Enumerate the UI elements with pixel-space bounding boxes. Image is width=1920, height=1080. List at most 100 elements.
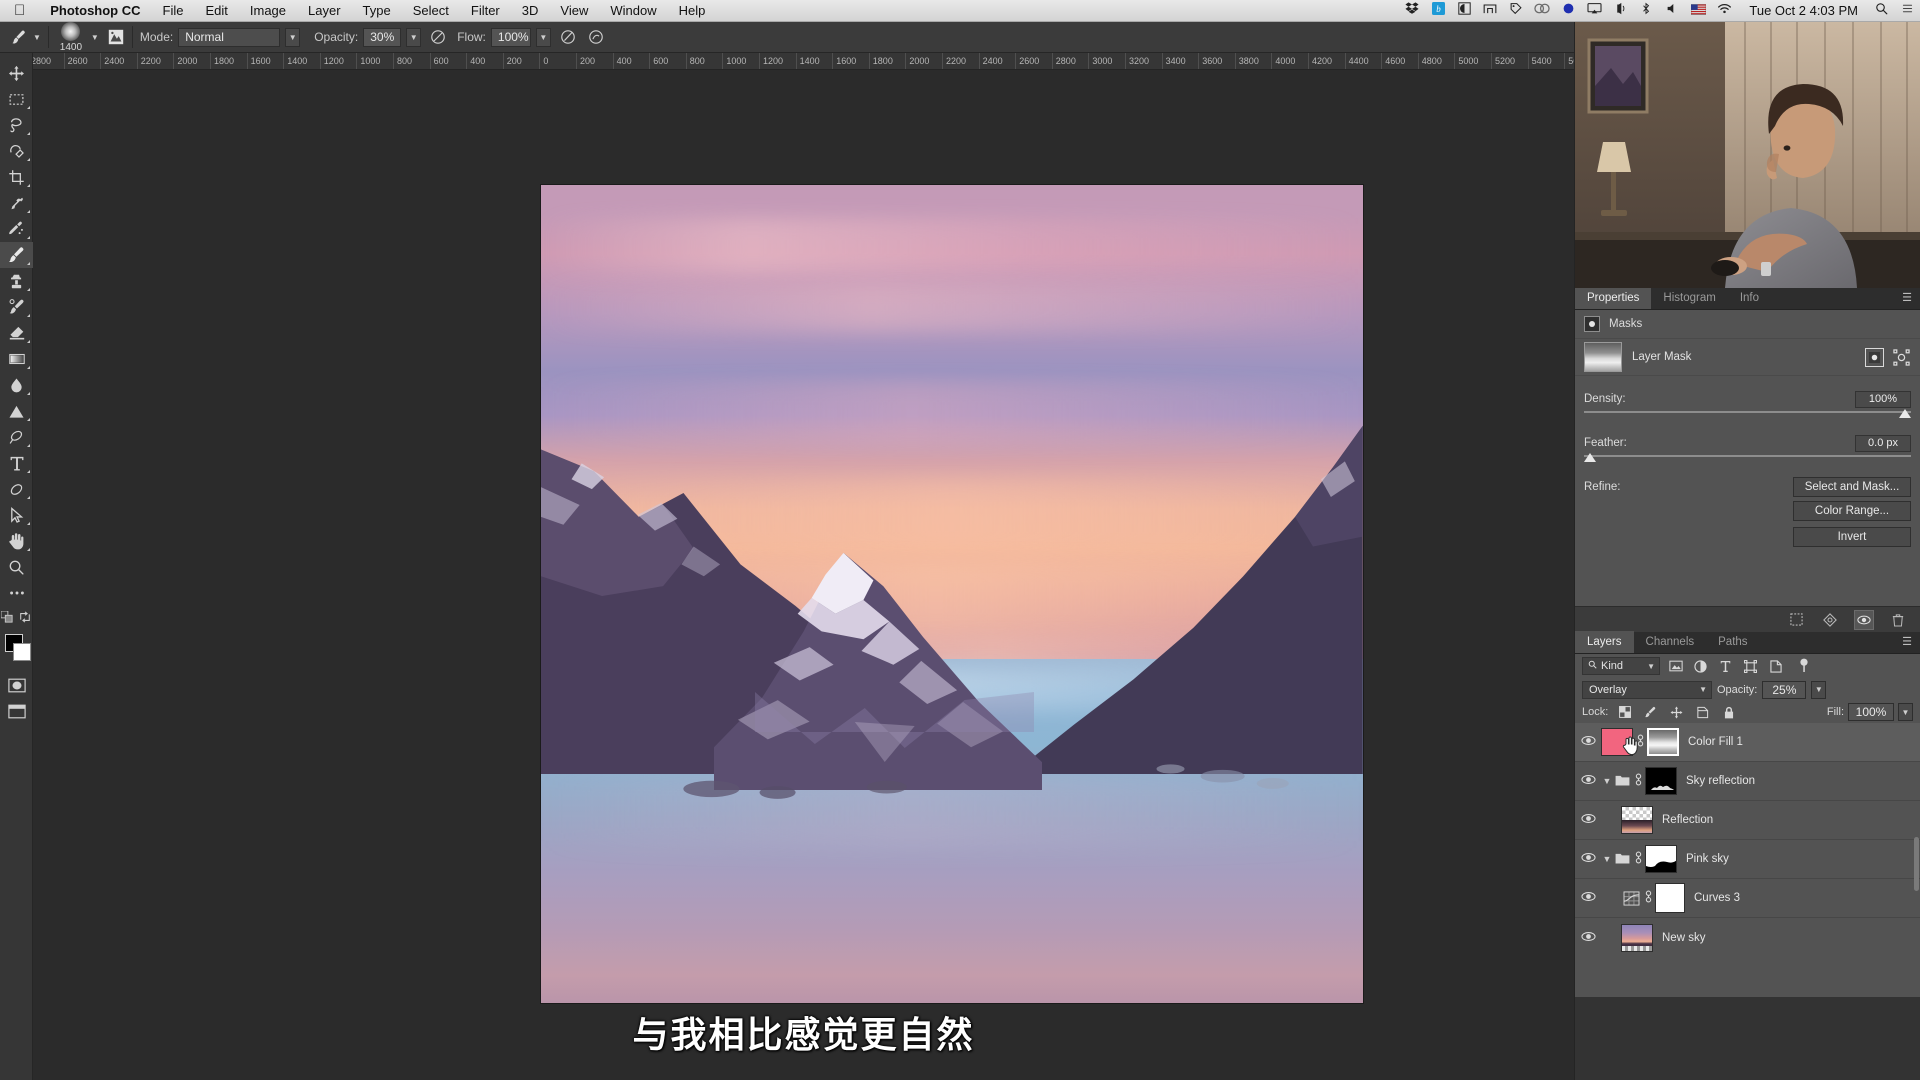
- artboard-image[interactable]: [541, 185, 1363, 1003]
- folder-icon[interactable]: [1613, 852, 1631, 867]
- table-row[interactable]: ▼ Pink sky: [1575, 840, 1920, 879]
- layer-blend-mode-select[interactable]: Overlay ▼: [1582, 680, 1712, 699]
- tool-brush[interactable]: [0, 242, 33, 268]
- feather-slider[interactable]: [1584, 452, 1911, 462]
- layer-name[interactable]: Color Fill 1: [1688, 736, 1743, 748]
- menu-item-photoshop-cc[interactable]: Photoshop CC: [39, 3, 151, 18]
- menu-item-edit[interactable]: Edit: [194, 3, 238, 18]
- layer-link-icon[interactable]: [1631, 773, 1645, 789]
- color-range-button[interactable]: Color Range...: [1793, 501, 1911, 521]
- layer-link-icon[interactable]: [1641, 890, 1655, 906]
- display-icon[interactable]: [1477, 0, 1503, 22]
- eye-visibility-icon[interactable]: [1575, 735, 1601, 749]
- tool-eyedropper[interactable]: [0, 190, 33, 216]
- menu-item-layer[interactable]: Layer: [297, 3, 352, 18]
- group-disclosure-icon[interactable]: ▼: [1601, 854, 1613, 864]
- blend-mode-control[interactable]: Mode: Normal ▼: [140, 27, 301, 47]
- filter-adjustment-icon[interactable]: [1691, 657, 1710, 675]
- current-tool-indicator[interactable]: ▼: [10, 28, 41, 46]
- filter-toggle-icon[interactable]: [1794, 657, 1813, 675]
- layer-mask-thumbnail[interactable]: [1584, 342, 1622, 372]
- layer-name[interactable]: Sky reflection: [1686, 775, 1755, 787]
- group-disclosure-icon[interactable]: ▼: [1601, 776, 1613, 786]
- menu-item-type[interactable]: Type: [352, 3, 402, 18]
- screen-mode-button[interactable]: [0, 698, 33, 724]
- eye-visibility-icon[interactable]: [1575, 813, 1601, 827]
- layer-mask-thumbnail[interactable]: [1645, 767, 1677, 795]
- tool-clone-stamp[interactable]: [0, 268, 33, 294]
- contrast-icon[interactable]: [1451, 0, 1477, 22]
- apply-mask-icon[interactable]: [1820, 610, 1840, 630]
- tab-properties[interactable]: Properties: [1575, 287, 1652, 309]
- tab-layers[interactable]: Layers: [1575, 631, 1634, 653]
- fill-input[interactable]: 100%: [1848, 703, 1894, 721]
- tab-channels[interactable]: Channels: [1634, 631, 1707, 653]
- density-value[interactable]: 100%: [1855, 390, 1911, 408]
- lock-artboard-icon[interactable]: [1693, 703, 1712, 721]
- menu-item-help[interactable]: Help: [668, 3, 717, 18]
- load-selection-icon[interactable]: [1786, 610, 1806, 630]
- sound-icon[interactable]: [1607, 0, 1633, 22]
- layer-mask-thumbnail[interactable]: [1645, 845, 1677, 873]
- tool-direct-selection[interactable]: [0, 502, 33, 528]
- tool-crop[interactable]: [0, 164, 33, 190]
- layer-name[interactable]: Reflection: [1662, 814, 1713, 826]
- tool-gradient[interactable]: [0, 346, 33, 372]
- feather-slider-knob[interactable]: [1584, 453, 1596, 462]
- chevron-down-icon[interactable]: ▼: [33, 33, 41, 42]
- invert-button[interactable]: Invert: [1793, 527, 1911, 547]
- tool-rectangular-marquee[interactable]: [0, 86, 33, 112]
- menu-item-view[interactable]: View: [549, 3, 599, 18]
- opacity-control[interactable]: Opacity: 30% ▼: [314, 27, 422, 47]
- table-row[interactable]: Curves 3: [1575, 879, 1920, 918]
- filter-type-icon[interactable]: [1716, 657, 1735, 675]
- tool-dodge[interactable]: [0, 398, 33, 424]
- wifi-icon[interactable]: [1711, 0, 1737, 22]
- layer-opacity-input[interactable]: 25%: [1762, 680, 1807, 699]
- tool-zoom[interactable]: [0, 554, 33, 580]
- tool-eraser[interactable]: [0, 320, 33, 346]
- tool-hand[interactable]: [0, 528, 33, 554]
- layer-thumbnail[interactable]: [1621, 806, 1653, 834]
- panel-menu-icon[interactable]: ☰: [1902, 287, 1920, 309]
- feather-value[interactable]: 0.0 px: [1855, 434, 1911, 452]
- eye-visibility-icon[interactable]: [1575, 774, 1601, 788]
- mode-select[interactable]: Normal: [178, 27, 281, 47]
- layer-mask-thumbnail[interactable]: [1647, 728, 1679, 756]
- select-pixel-mask-icon[interactable]: [1865, 347, 1884, 367]
- menu-item-window[interactable]: Window: [599, 3, 667, 18]
- flow-input[interactable]: 100%: [490, 27, 531, 47]
- apple-logo-icon[interactable]: : [0, 3, 39, 18]
- tool-pen[interactable]: [0, 424, 33, 450]
- lock-all-icon[interactable]: [1719, 703, 1738, 721]
- table-row[interactable]: Color Fill 1: [1575, 723, 1920, 762]
- tool-type[interactable]: [0, 450, 33, 476]
- tab-paths[interactable]: Paths: [1706, 631, 1759, 653]
- default-colors-icon[interactable]: [0, 610, 13, 628]
- flow-dropdown-button[interactable]: ▼: [535, 27, 551, 47]
- delete-mask-icon[interactable]: [1888, 610, 1908, 630]
- tab-info[interactable]: Info: [1728, 287, 1771, 309]
- brush-settings-panel-icon[interactable]: [107, 28, 125, 46]
- document-canvas-area[interactable]: 与我相比感觉更自然: [33, 70, 1574, 1080]
- tool-history-brush[interactable]: [0, 294, 33, 320]
- tab-histogram[interactable]: Histogram: [1651, 287, 1727, 309]
- layer-opacity-dropdown[interactable]: ▼: [1811, 680, 1827, 699]
- brush-preset-picker[interactable]: 1400 ▼: [56, 22, 99, 53]
- layers-scrollbar[interactable]: [1914, 837, 1919, 891]
- lock-image-icon[interactable]: [1641, 703, 1660, 721]
- swap-colors-icon[interactable]: [19, 610, 31, 628]
- eye-visibility-icon[interactable]: [1575, 931, 1601, 945]
- tool-edit-toolbar[interactable]: [0, 580, 33, 606]
- mode-dropdown-button[interactable]: ▼: [285, 27, 301, 47]
- menu-item-image[interactable]: Image: [239, 3, 297, 18]
- folder-icon[interactable]: [1613, 774, 1631, 789]
- bluetooth-icon[interactable]: [1633, 0, 1659, 22]
- filter-shape-icon[interactable]: [1741, 657, 1760, 675]
- layer-thumbnail[interactable]: [1621, 923, 1653, 952]
- table-row[interactable]: New sky: [1575, 918, 1920, 957]
- opacity-input[interactable]: 30%: [363, 27, 402, 47]
- chevron-down-icon[interactable]: ▼: [1647, 662, 1655, 671]
- chevron-down-icon[interactable]: ▼: [91, 33, 99, 42]
- table-row[interactable]: ▼ Sky reflection: [1575, 762, 1920, 801]
